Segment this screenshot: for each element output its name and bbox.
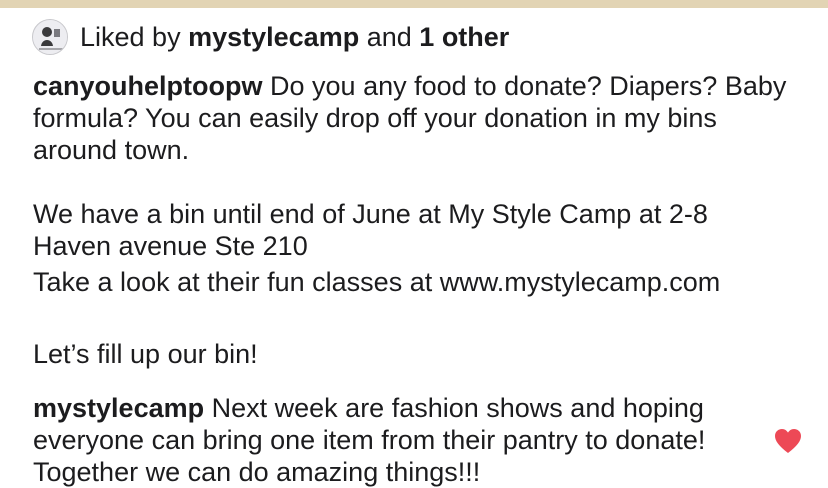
likes-prefix: Liked by: [80, 22, 181, 52]
caption-paragraph-2: We have a bin until end of June at My St…: [33, 199, 708, 261]
caption-paragraph-4: Let’s fill up our bin!: [33, 339, 258, 369]
caption-paragraph-3: Take a look at their fun classes at www.…: [33, 267, 721, 297]
likes-summary[interactable]: Liked by mystylecamp and 1 other: [80, 18, 509, 56]
likes-others-link[interactable]: 1 other: [419, 22, 509, 52]
post-caption: canyouhelptoopw Do you any food to donat…: [33, 70, 793, 370]
heart-icon[interactable]: [773, 427, 803, 455]
comment-author-username[interactable]: mystylecamp: [33, 393, 204, 423]
avatar[interactable]: [32, 19, 68, 55]
post-author-username[interactable]: canyouhelptoopw: [33, 71, 263, 101]
likes-connector: and: [366, 22, 412, 52]
top-strip: [0, 0, 828, 8]
likes-row[interactable]: Liked by mystylecamp and 1 other: [32, 18, 509, 56]
liker-username[interactable]: mystylecamp: [188, 22, 359, 52]
